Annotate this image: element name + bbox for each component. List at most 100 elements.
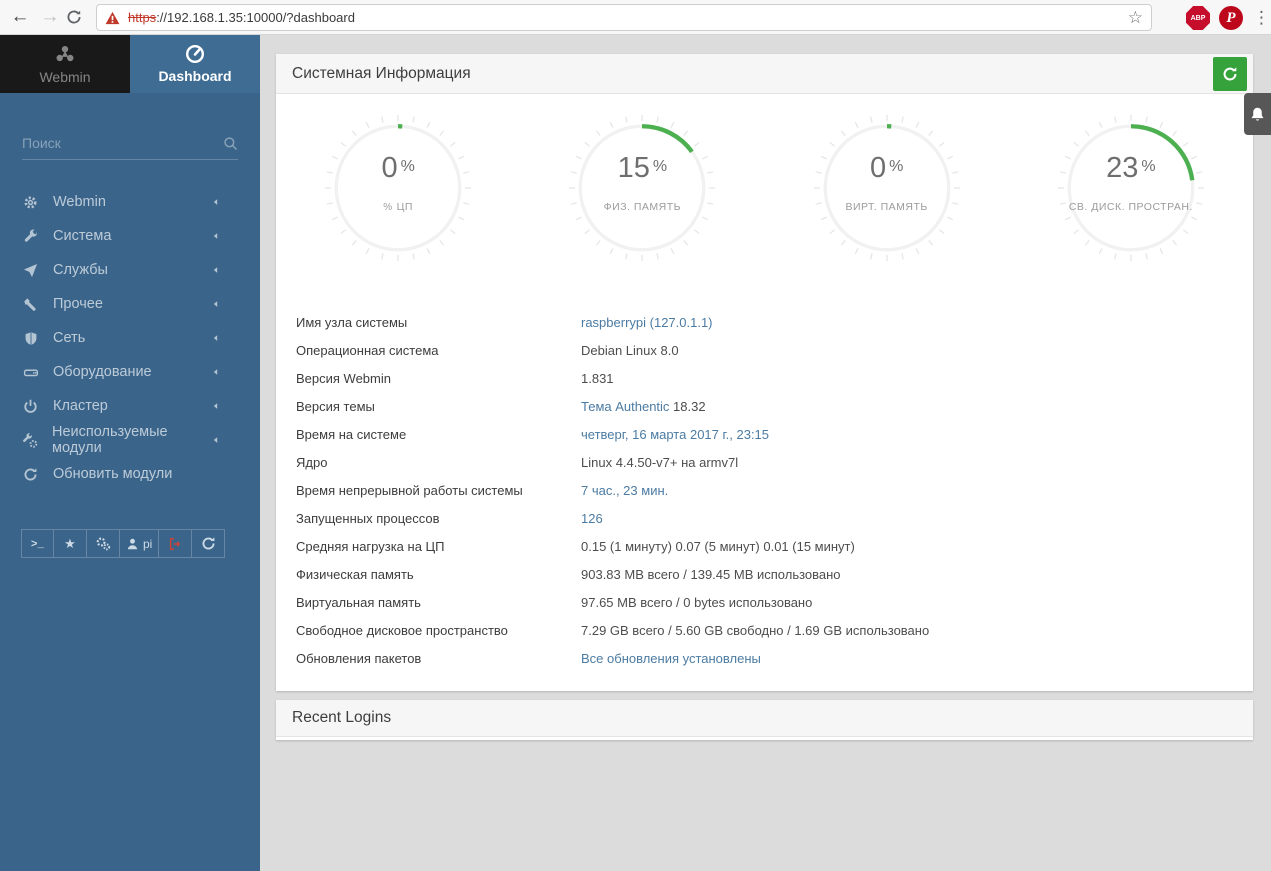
tab-dashboard-label: Dashboard: [158, 68, 232, 84]
info-value-link[interactable]: Тема Authentic: [581, 399, 669, 414]
refresh-panel-button[interactable]: [1213, 57, 1247, 91]
info-value-link[interactable]: raspberrypi (127.0.1.1): [581, 315, 713, 330]
footer-refresh-button[interactable]: [192, 529, 226, 558]
gauge-cpu-value: 0%: [381, 151, 415, 184]
sidebar-footer-buttons: >_ ★ pi: [21, 529, 226, 558]
sidebar-menu: Webmin Система Службы Прочее Сеть Оборудовани…: [0, 185, 260, 491]
gauge-phys-memory: 15% ФИЗ. ПАМЯТЬ: [520, 112, 764, 264]
webmin-logo-icon: [54, 43, 76, 65]
sidebar-tabs: Webmin Dashboard: [0, 35, 260, 93]
info-row-value: Тема Authentic 18.32: [581, 399, 706, 414]
sidebar-item-others[interactable]: Прочее: [0, 287, 260, 321]
info-row-label: Обновления пакетов: [296, 650, 422, 666]
footer-user-label: pi: [143, 536, 153, 551]
wrench-icon: [22, 228, 39, 244]
adblock-extension-icon[interactable]: ABP: [1186, 6, 1210, 30]
info-row-value: 7 час., 23 мин.: [581, 483, 668, 498]
table-row: Средняя нагрузка на ЦП 0.15 (1 минуту) 0…: [296, 532, 1233, 560]
system-info-header: Системная Информация: [276, 54, 1253, 94]
info-value-link[interactable]: 7 час., 23 мин.: [581, 483, 668, 498]
browser-back-icon[interactable]: ←: [6, 3, 34, 31]
browser-menu-icon[interactable]: ⋮: [1253, 4, 1270, 32]
refresh-icon: [22, 467, 39, 482]
info-row-value: 903.83 MB всего / 139.45 MB использовано: [581, 567, 841, 582]
search-icon: [223, 136, 238, 151]
info-row-label: Средняя нагрузка на ЦП: [296, 538, 445, 554]
info-row-label: Имя узла системы: [296, 314, 408, 330]
logout-icon: [168, 537, 182, 551]
sidebar-search: [22, 135, 238, 160]
table-row: Физическая память 903.83 MB всего / 139.…: [296, 560, 1233, 588]
footer-favorites-button[interactable]: ★: [54, 529, 87, 558]
caret-left-icon: [207, 401, 224, 411]
info-value-link[interactable]: четверг, 16 марта 2017 г., 23:15: [581, 427, 769, 442]
url-rest: ://192.168.1.35:10000/?dashboard: [156, 10, 355, 25]
url-scheme: https: [128, 10, 157, 25]
sidebar-item-label: Прочее: [53, 296, 103, 312]
info-value-text: 0.15 (1 минуту) 0.07 (5 минут) 0.01 (15 …: [581, 538, 855, 554]
caret-left-icon: [207, 333, 224, 343]
info-value-text: Linux 4.4.50-v7+ на armv7l: [581, 454, 739, 470]
gauge-cpu-label: % ЦП: [383, 200, 413, 213]
browser-forward-icon[interactable]: →: [36, 3, 64, 31]
table-row: Запущенных процессов 126: [296, 504, 1233, 532]
tab-webmin-label: Webmin: [39, 69, 91, 85]
info-row-label: Запущенных процессов: [296, 510, 440, 526]
info-row-value: 97.65 MB всего / 0 bytes использовано: [581, 595, 812, 610]
gauge-disk-space: 23% СВ. ДИСК. ПРОСТРАН.: [1009, 112, 1253, 264]
ssl-warning-icon: [105, 11, 120, 25]
table-row: Ядро Linux 4.4.50-v7+ на armv7l: [296, 448, 1233, 476]
spanner-icon: [22, 297, 39, 312]
sidebar-item-refresh-modules[interactable]: Обновить модули: [0, 457, 260, 491]
table-row: Время непрерывной работы системы 7 час.,…: [296, 476, 1233, 504]
sidebar-item-label: Кластер: [53, 398, 108, 414]
gauge-disk-space-value: 23%: [1106, 151, 1156, 184]
info-value-link[interactable]: Все обновления установлены: [581, 651, 761, 666]
notifications-tab[interactable]: [1244, 93, 1271, 135]
user-icon: [126, 537, 139, 551]
refresh-icon: [201, 536, 216, 551]
sidebar-item-hardware[interactable]: Оборудование: [0, 355, 260, 389]
info-row-label: Версия темы: [296, 398, 375, 414]
info-row-value: Linux 4.4.50-v7+ на armv7l: [581, 455, 738, 470]
bookmark-star-icon[interactable]: ☆: [1128, 8, 1143, 28]
address-bar[interactable]: https://192.168.1.35:10000/?dashboard ☆: [96, 4, 1152, 31]
footer-terminal-button[interactable]: >_: [21, 529, 54, 558]
tab-dashboard[interactable]: Dashboard: [130, 35, 260, 93]
sidebar-item-unused-modules[interactable]: Неиспользуемые модули: [0, 423, 260, 457]
search-input[interactable]: [22, 135, 223, 151]
sidebar-item-networking[interactable]: Сеть: [0, 321, 260, 355]
info-value-link[interactable]: 126: [581, 511, 603, 526]
table-row: Операционная система Debian Linux 8.0: [296, 336, 1233, 364]
sidebar-item-system[interactable]: Система: [0, 219, 260, 253]
browser-reload-icon[interactable]: [66, 3, 94, 31]
info-value-text: Debian Linux 8.0: [581, 342, 679, 358]
percent-icon: %: [383, 201, 393, 213]
footer-logout-button[interactable]: [159, 529, 193, 558]
sidebar: Webmin Dashboard Webmin Система Службы Проч…: [0, 35, 260, 871]
footer-settings-button[interactable]: [87, 529, 120, 558]
sidebar-item-webmin[interactable]: Webmin: [0, 185, 260, 219]
sidebar-item-label: Обновить модули: [53, 466, 173, 482]
sidebar-item-cluster[interactable]: Кластер: [0, 389, 260, 423]
sidebar-item-services[interactable]: Службы: [0, 253, 260, 287]
info-row-value: 1.831: [581, 371, 614, 386]
table-row: Версия темы Тема Authentic 18.32: [296, 392, 1233, 420]
info-row-label: Время на системе: [296, 426, 407, 442]
caret-left-icon: [207, 367, 224, 377]
pinterest-extension-icon[interactable]: P: [1219, 6, 1243, 30]
caret-left-icon: [207, 435, 224, 445]
star-icon: ★: [64, 535, 76, 551]
browser-toolbar: ← → https://192.168.1.35:10000/?dashboar…: [0, 0, 1271, 35]
gauge-cpu: 0% % ЦП: [276, 112, 520, 264]
caret-left-icon: [207, 299, 224, 309]
reload-icon: [66, 9, 94, 25]
recent-logins-header: Recent Logins: [276, 700, 1253, 737]
info-row-value: 0.15 (1 минуту) 0.07 (5 минут) 0.01 (15 …: [581, 539, 855, 554]
caret-left-icon: [207, 197, 224, 207]
system-info-table: Имя узла системы raspberrypi (127.0.1.1)…: [296, 308, 1233, 672]
bell-icon: [1249, 106, 1266, 123]
tab-webmin[interactable]: Webmin: [0, 35, 130, 93]
recent-logins-panel: Recent Logins: [276, 700, 1253, 740]
footer-user-button[interactable]: pi: [120, 529, 160, 558]
